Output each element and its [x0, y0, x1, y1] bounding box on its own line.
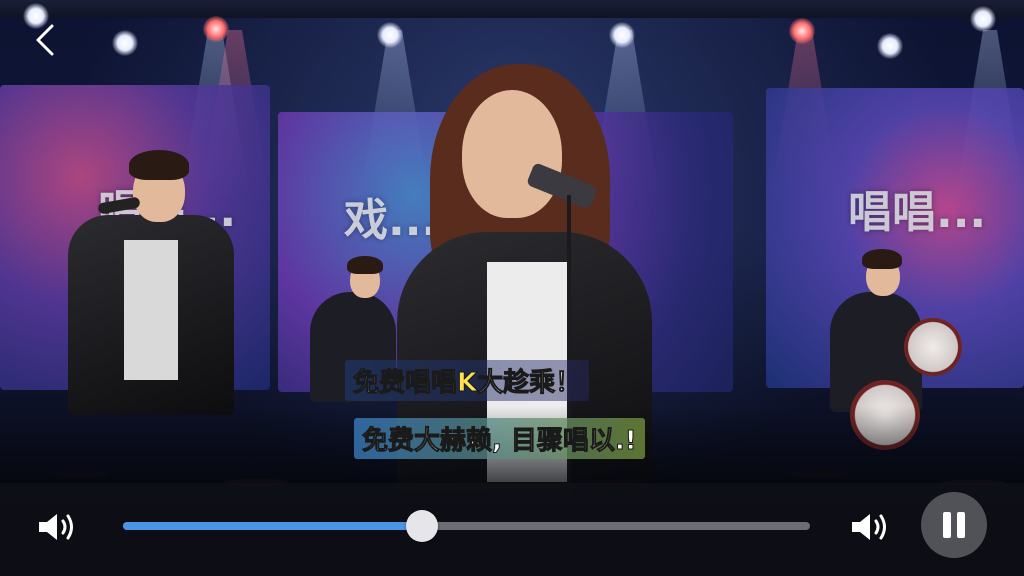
subtitle-prefix: 免费 [352, 368, 406, 399]
seek-thumb[interactable] [405, 510, 438, 542]
spotlight [112, 30, 138, 56]
volume-button-left[interactable] [35, 505, 79, 549]
subtitle-line-1: 免费唱唱K大趁乘！ [345, 360, 590, 401]
seek-progress [123, 522, 422, 530]
spotlight [203, 16, 229, 42]
spotlight [970, 6, 996, 32]
pause-button[interactable] [921, 492, 987, 558]
volume-button-right[interactable] [848, 505, 892, 549]
speaker-icon [852, 514, 886, 540]
spotlight [789, 18, 815, 44]
spotlight [609, 22, 635, 48]
stage-truss [0, 0, 1024, 18]
screen-text: 唱唱... [848, 187, 987, 238]
screen-text: 戏... [344, 195, 439, 246]
chevron-left-icon [36, 24, 54, 56]
speaker-icon [39, 514, 73, 540]
drum [904, 318, 962, 376]
subtitle-line-2: 免费大赫赖, 目骤唱以.! [354, 418, 645, 459]
subtitle-highlight: 唱唱K [405, 368, 478, 399]
seek-bar[interactable] [123, 510, 810, 542]
pause-icon [943, 512, 965, 538]
subtitle-suffix: 大趁乘！ [477, 368, 582, 399]
spotlight [877, 33, 903, 59]
spotlight [377, 22, 403, 48]
back-button[interactable] [30, 22, 60, 58]
